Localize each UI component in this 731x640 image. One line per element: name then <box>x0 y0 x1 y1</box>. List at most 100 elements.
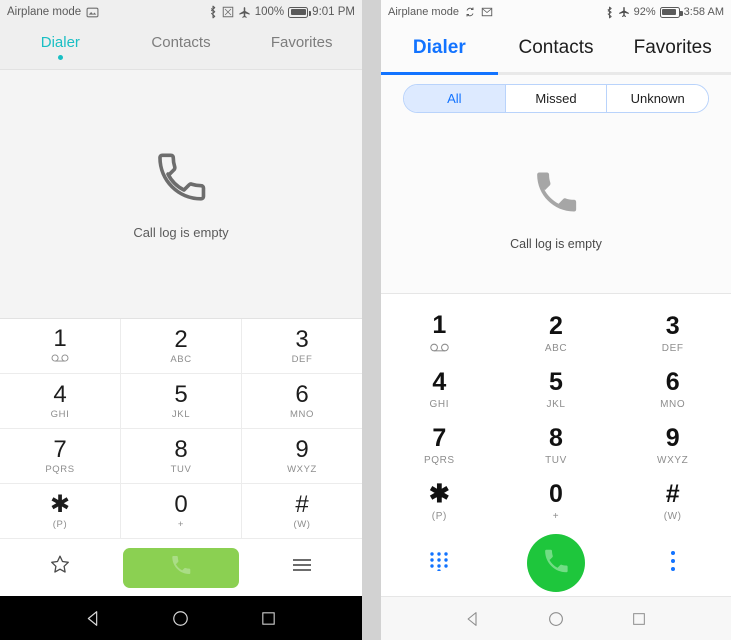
bluetooth-icon <box>605 6 614 19</box>
nav-recents-button[interactable] <box>617 597 661 640</box>
right-tab-favorites[interactable]: Favorites <box>614 37 731 59</box>
nav-back-button[interactable] <box>72 596 116 640</box>
key-digit: 2 <box>549 312 563 340</box>
left-tab-contacts[interactable]: Contacts <box>121 24 242 69</box>
key-1[interactable]: 1 <box>0 319 121 373</box>
key-letters: MNO <box>660 399 686 410</box>
call-button[interactable] <box>527 534 585 592</box>
key-star[interactable]: ✱ (P) <box>0 484 121 538</box>
key-digit: 9 <box>665 424 680 452</box>
filter-label: Missed <box>535 91 577 106</box>
key-letters: GHI <box>429 399 450 410</box>
overflow-menu-button[interactable] <box>614 550 731 577</box>
key-0[interactable]: 0 + <box>121 484 242 538</box>
phone-call-icon <box>169 553 193 582</box>
call-log-filter-control: All Missed Unknown <box>403 84 709 113</box>
keypad-row: 4 GHI 5 JKL 6 MNO <box>0 374 362 429</box>
keypad-row: ✱ (P) 0 + # (W) <box>0 484 362 539</box>
key-letters: TUV <box>170 463 192 475</box>
voicemail-icon <box>51 354 69 365</box>
nav-back-button[interactable] <box>451 597 495 640</box>
right-phone-panel: Airplane mode 92% 3:58 AM Dialer Contact… <box>381 0 731 640</box>
key-5[interactable]: 5 JKL <box>121 374 242 428</box>
key-star[interactable]: ✱ (P) <box>381 474 498 530</box>
airplane-icon <box>618 6 630 18</box>
key-letters: WXYZ <box>287 463 317 475</box>
key-8[interactable]: 8 TUV <box>121 429 242 483</box>
call-button[interactable] <box>123 547 239 588</box>
key-digit: 0 <box>174 490 188 518</box>
key-hash[interactable]: # (W) <box>614 474 731 530</box>
key-letters: ABC <box>544 343 568 354</box>
key-digit: 0 <box>549 480 563 508</box>
key-2[interactable]: 2 ABC <box>498 306 615 362</box>
right-tab-contacts[interactable]: Contacts <box>498 37 615 59</box>
battery-icon <box>659 6 683 18</box>
key-digit: 4 <box>53 380 67 408</box>
left-phone-panel: Airplane mode 100% 9:01 PM Dialer Contac… <box>0 0 362 640</box>
mail-icon <box>481 6 493 18</box>
key-9[interactable]: 9 WXYZ <box>242 429 362 483</box>
dual-screenshot-stage: Airplane mode 100% 9:01 PM Dialer Contac… <box>0 0 731 640</box>
key-letters: + <box>177 518 185 530</box>
menu-button[interactable] <box>241 539 362 596</box>
favorites-star-button[interactable] <box>0 539 121 596</box>
key-digit: # <box>295 490 309 518</box>
key-6[interactable]: 6 MNO <box>242 374 362 428</box>
key-digit: ✱ <box>49 490 71 518</box>
key-hash[interactable]: # (W) <box>242 484 362 538</box>
key-0[interactable]: 0 + <box>498 474 615 530</box>
filter-missed[interactable]: Missed <box>505 85 608 112</box>
key-1[interactable]: 1 <box>381 306 498 362</box>
battery-percent-label: 100% <box>254 6 285 18</box>
key-3[interactable]: 3 DEF <box>242 319 362 373</box>
key-6[interactable]: 6 MNO <box>614 362 731 418</box>
filter-all[interactable]: All <box>404 85 506 112</box>
key-digit: 4 <box>432 368 447 396</box>
dialpad-grid-icon <box>429 551 449 576</box>
key-letters: (P) <box>431 511 447 522</box>
key-2[interactable]: 2 ABC <box>121 319 242 373</box>
nav-home-button[interactable] <box>534 597 578 640</box>
key-3[interactable]: 3 DEF <box>614 306 731 362</box>
left-tab-dialer[interactable]: Dialer <box>0 24 121 69</box>
key-4[interactable]: 4 GHI <box>0 374 121 428</box>
right-keypad: 1 2 ABC 3 DEF 4 GHI 5 JKL 6 MNO 7 PQRS 8… <box>381 293 731 596</box>
filter-unknown[interactable]: Unknown <box>607 85 708 112</box>
tab-label: Dialer <box>412 37 466 58</box>
right-empty-text: Call log is empty <box>510 237 602 251</box>
key-7[interactable]: 7 PQRS <box>0 429 121 483</box>
dialpad-toggle-button[interactable] <box>381 551 498 576</box>
key-7[interactable]: 7 PQRS <box>381 418 498 474</box>
key-8[interactable]: 8 TUV <box>498 418 615 474</box>
battery-percent-label: 92% <box>633 6 656 18</box>
key-letters: WXYZ <box>657 455 689 466</box>
left-status-bar: Airplane mode 100% 9:01 PM <box>0 0 362 24</box>
key-digit: 9 <box>295 435 309 463</box>
key-letters: MNO <box>290 408 314 420</box>
nav-home-button[interactable] <box>159 596 203 640</box>
key-letters: DEF <box>291 353 313 365</box>
keypad-row: 7 PQRS 8 TUV 9 WXYZ <box>0 429 362 484</box>
keypad-row: 7 PQRS 8 TUV 9 WXYZ <box>381 418 731 474</box>
key-digit: # <box>665 480 680 508</box>
left-tab-favorites[interactable]: Favorites <box>241 24 362 69</box>
key-letters: PQRS <box>45 463 75 475</box>
right-tab-bar: Dialer Contacts Favorites <box>381 24 731 72</box>
tab-label: Favorites <box>633 37 712 58</box>
key-5[interactable]: 5 JKL <box>498 362 615 418</box>
voicemail-icon <box>430 343 449 355</box>
key-digit: 6 <box>295 380 309 408</box>
tab-label: Contacts <box>518 37 594 58</box>
panel-gutter <box>362 0 381 640</box>
key-letters: GHI <box>50 408 70 420</box>
key-4[interactable]: 4 GHI <box>381 362 498 418</box>
keypad-action-row <box>0 539 362 596</box>
key-9[interactable]: 9 WXYZ <box>614 418 731 474</box>
key-digit: 2 <box>174 325 188 353</box>
phone-filled-icon <box>530 166 582 223</box>
nav-recents-button[interactable] <box>246 596 290 640</box>
right-tab-dialer[interactable]: Dialer <box>381 37 498 59</box>
key-digit: 7 <box>53 435 67 463</box>
key-digit: 7 <box>432 424 447 452</box>
